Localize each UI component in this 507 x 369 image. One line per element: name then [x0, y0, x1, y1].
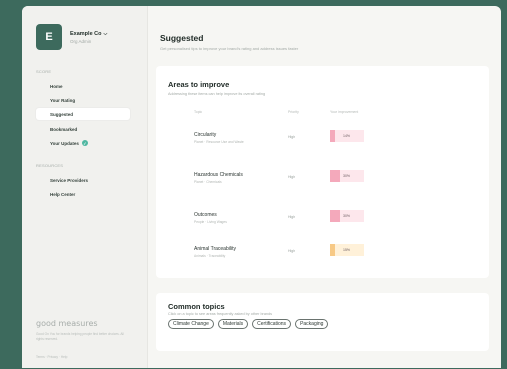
- brand-description: Good On You for brands helping people fi…: [36, 332, 124, 341]
- improvement-bar-fill: [330, 170, 341, 182]
- footer-links[interactable]: Terms · Privacy · Help: [36, 355, 67, 359]
- topic-chip-certifications[interactable]: Certifications: [252, 319, 292, 329]
- improvement-value: 30%: [343, 173, 351, 178]
- topics-title: Common topics: [168, 302, 225, 311]
- row-topic-name: Animal Traceability: [194, 246, 236, 252]
- check-icon: ✓: [81, 140, 88, 146]
- row-topic-desc: People · Living Wages: [194, 220, 227, 224]
- topic-chip-packaging[interactable]: Packaging: [295, 319, 329, 329]
- page-subtitle: Get personalised tips to improve your br…: [160, 46, 299, 51]
- table-row[interactable]: Hazardous Chemicals Planet · Chemicals H…: [186, 162, 469, 202]
- row-priority: High: [288, 249, 296, 253]
- org-switcher[interactable]: E Example Co ⌵ Org Admin: [36, 24, 107, 50]
- improvement-bar: 30%: [330, 170, 364, 182]
- topics-subtitle: Click on a topic to see areas frequently…: [168, 312, 273, 316]
- sidebar-item-label: Your Updates: [50, 140, 79, 146]
- sidebar-item-your-rating[interactable]: Your Rating: [36, 94, 130, 106]
- sidebar-item-service-providers[interactable]: Service Providers: [36, 174, 130, 186]
- improvement-bar-fill: [330, 210, 341, 222]
- row-priority: High: [288, 175, 296, 179]
- org-avatar: E: [36, 24, 62, 50]
- sidebar-item-suggested[interactable]: Suggested: [36, 108, 130, 120]
- improvement-bar-fill: [330, 130, 335, 142]
- row-topic-desc: Animals · Traceability: [194, 254, 226, 258]
- row-priority: High: [288, 215, 296, 219]
- sidebar-item-help-center[interactable]: Help Center: [36, 188, 130, 200]
- org-name: Example Co: [70, 30, 102, 37]
- topic-chip-climate-change[interactable]: Climate Change: [168, 319, 214, 329]
- table-row[interactable]: Circularity Planet · Resource Use and Wa…: [186, 122, 469, 162]
- common-topics-card: Common topics Click on a topic to see ar…: [156, 293, 489, 351]
- improvement-value: 30%: [343, 213, 351, 218]
- improvement-bar: 15%: [330, 244, 364, 256]
- improvement-bar: 14%: [330, 130, 364, 142]
- main-content: Suggested Get personalised tips to impro…: [148, 6, 501, 368]
- row-topic-name: Circularity: [194, 132, 217, 138]
- brand-logo: good measures: [36, 319, 98, 328]
- sidebar: E Example Co ⌵ Org Admin SCORE Home Your…: [22, 6, 148, 368]
- row-topic-desc: Planet · Chemicals: [194, 180, 222, 184]
- improvement-bar: 30%: [330, 210, 364, 222]
- areas-to-improve-card: Areas to improve Addressing these items …: [156, 66, 489, 278]
- improvement-bar-fill: [330, 244, 336, 256]
- column-header-improvement: Your improvement: [330, 110, 359, 114]
- chevron-down-icon: ⌵: [103, 30, 108, 37]
- sidebar-section-score: SCORE: [36, 69, 52, 74]
- column-header-priority: Priority: [288, 110, 299, 114]
- sidebar-item-bookmarked[interactable]: Bookmarked: [36, 123, 130, 135]
- org-role: Org Admin: [70, 38, 92, 44]
- improvement-value: 14%: [343, 133, 351, 138]
- sidebar-item-your-updates[interactable]: Your Updates ✓: [36, 137, 130, 149]
- row-priority: High: [288, 135, 296, 139]
- app-window: E Example Co ⌵ Org Admin SCORE Home Your…: [22, 6, 501, 368]
- sidebar-item-home[interactable]: Home: [36, 80, 130, 92]
- row-topic-desc: Planet · Resource Use and Waste: [194, 140, 244, 144]
- areas-subtitle: Addressing these items can help improve …: [168, 92, 266, 96]
- topic-chip-materials[interactable]: Materials: [217, 319, 249, 329]
- row-topic-name: Hazardous Chemicals: [194, 172, 243, 178]
- table-row[interactable]: Animal Traceability Animals · Traceabili…: [186, 236, 469, 276]
- areas-title: Areas to improve: [168, 80, 230, 89]
- topic-chips: Climate Change Materials Certifications …: [168, 319, 329, 329]
- improvement-value: 15%: [343, 247, 351, 252]
- page-title: Suggested: [160, 33, 204, 43]
- column-header-topic: Topic: [194, 110, 203, 114]
- row-topic-name: Outcomes: [194, 212, 217, 218]
- sidebar-section-resources: RESOURCES: [36, 163, 64, 168]
